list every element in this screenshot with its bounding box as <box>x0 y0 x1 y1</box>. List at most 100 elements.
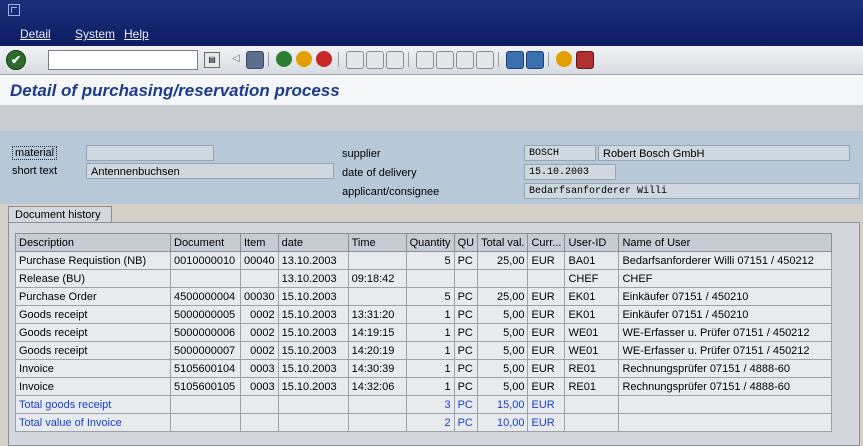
total-row[interactable]: Total value of Invoice 2 PC 10,00 EUR <box>15 413 833 432</box>
first-page-icon[interactable] <box>416 51 434 69</box>
table-cell: 00040 <box>240 251 279 270</box>
material-field[interactable] <box>86 145 214 161</box>
back-arrow-icon[interactable]: ◁ <box>228 51 244 67</box>
table-cell: Invoice <box>15 359 171 378</box>
column-header[interactable]: Description <box>15 233 171 252</box>
table-cell: PC <box>453 413 479 432</box>
table-row[interactable]: Goods receipt 5000000005 0002 15.10.2003 13:… <box>15 305 833 324</box>
table-cell: EUR <box>527 287 566 306</box>
column-header[interactable]: Document <box>170 233 241 252</box>
toolbar-separator <box>548 52 549 67</box>
table-cell <box>240 269 279 288</box>
table-cell: 15,00 <box>477 395 529 414</box>
column-header[interactable]: Total val. <box>477 233 529 252</box>
menu-detail[interactable]: Detail <box>20 27 51 41</box>
table-row[interactable]: Release (BU) 13.10.2003 09:18:42 CHEF CHEF <box>15 269 833 288</box>
column-header[interactable]: Item <box>240 233 279 252</box>
cancel-icon[interactable] <box>316 51 332 67</box>
table-cell: PC <box>453 251 479 270</box>
table-cell: 1 <box>405 377 455 396</box>
help-icon[interactable] <box>556 51 572 67</box>
table-row[interactable]: Invoice 5105600105 0003 15.10.2003 14:32:06 1… <box>15 377 833 396</box>
menu-system[interactable]: System <box>75 27 115 41</box>
table-cell: PC <box>453 305 479 324</box>
table-row[interactable]: Goods receipt 5000000006 0002 15.10.2003 14:… <box>15 323 833 342</box>
command-history-icon[interactable]: ▤ <box>204 52 220 68</box>
page-title: Detail of purchasing/reservation process <box>10 81 340 100</box>
table-cell <box>477 269 529 288</box>
table-cell: 1 <box>405 359 455 378</box>
applicant-consignee-field: Bedarfsanforderer Willi <box>524 183 860 199</box>
table-row[interactable]: Purchase Requistion (NB) 0010000010 00040 1… <box>15 251 833 270</box>
table-cell <box>170 269 241 288</box>
applicant-consignee-label: applicant/consignee <box>342 186 440 198</box>
table-cell: PC <box>453 287 479 306</box>
last-page-icon[interactable] <box>476 51 494 69</box>
table-cell: EK01 <box>564 305 620 324</box>
find-icon[interactable] <box>366 51 384 69</box>
table-cell: Total goods receipt <box>15 395 171 414</box>
save-icon[interactable] <box>246 51 264 69</box>
column-header[interactable]: Curr... <box>527 233 566 252</box>
table-row[interactable]: Purchase Order 4500000004 00030 15.10.2003 5… <box>15 287 833 306</box>
table-cell <box>453 269 479 288</box>
layout-menu-icon[interactable] <box>576 51 594 69</box>
toolbar-separator <box>408 52 409 67</box>
system-menu-icon[interactable] <box>8 4 20 16</box>
column-header[interactable]: Quantity <box>405 233 455 252</box>
tab-document-history[interactable]: Document history <box>8 206 112 223</box>
find-next-icon[interactable] <box>386 51 404 69</box>
supplier-label: supplier <box>342 148 381 160</box>
table-cell <box>527 269 566 288</box>
table-cell: 0003 <box>240 359 279 378</box>
table-cell: 15.10.2003 <box>277 359 349 378</box>
table-cell: BA01 <box>564 251 620 270</box>
column-header[interactable]: Name of User <box>618 233 833 252</box>
table-cell <box>277 413 349 432</box>
print-icon[interactable] <box>346 51 364 69</box>
table-row[interactable]: Invoice 5105600104 0003 15.10.2003 14:30:39 1… <box>15 359 833 378</box>
back-icon[interactable] <box>276 51 292 67</box>
table-cell <box>618 395 833 414</box>
table-cell <box>240 395 279 414</box>
table-cell: 14:30:39 <box>347 359 407 378</box>
title-bar: Detail of purchasing/reservation process <box>0 75 863 105</box>
table-cell: 13.10.2003 <box>277 251 349 270</box>
table-cell: EUR <box>527 413 566 432</box>
table-cell: EK01 <box>564 287 620 306</box>
exit-icon[interactable] <box>296 51 312 67</box>
menu-help[interactable]: Help <box>124 27 149 41</box>
table-cell: 15.10.2003 <box>277 323 349 342</box>
table-row[interactable]: Goods receipt 5000000007 0002 15.10.2003 14:… <box>15 341 833 360</box>
short-text-field: Antennenbuchsen <box>86 163 334 179</box>
column-header[interactable]: Time <box>347 233 407 252</box>
table-cell: Release (BU) <box>15 269 171 288</box>
command-input[interactable] <box>49 51 197 67</box>
table-cell: 14:19:15 <box>347 323 407 342</box>
table-cell: Invoice <box>15 377 171 396</box>
table-cell: Goods receipt <box>15 323 171 342</box>
table-cell <box>347 395 407 414</box>
table-cell <box>618 413 833 432</box>
command-field[interactable] <box>48 50 198 70</box>
date-of-delivery-field: 15.10.2003 <box>524 164 616 180</box>
table-cell: 5 <box>405 287 455 306</box>
column-header[interactable]: QU <box>453 233 479 252</box>
table-cell: EUR <box>527 305 566 324</box>
table-cell: 13.10.2003 <box>277 269 349 288</box>
create-session-icon[interactable] <box>506 51 524 69</box>
previous-page-icon[interactable] <box>436 51 454 69</box>
enter-check-icon[interactable]: ✔ <box>6 50 26 70</box>
table-cell: 0002 <box>240 305 279 324</box>
material-label: material <box>12 146 58 160</box>
table-cell: EUR <box>527 395 566 414</box>
shortcut-icon[interactable] <box>526 51 544 69</box>
table-cell: 15.10.2003 <box>277 305 349 324</box>
total-row[interactable]: Total goods receipt 3 PC 15,00 EUR <box>15 395 833 414</box>
table-cell: 1 <box>405 341 455 360</box>
table-cell: EUR <box>527 251 566 270</box>
table-cell <box>170 395 241 414</box>
column-header[interactable]: date <box>277 233 349 252</box>
column-header[interactable]: User-ID <box>564 233 620 252</box>
next-page-icon[interactable] <box>456 51 474 69</box>
